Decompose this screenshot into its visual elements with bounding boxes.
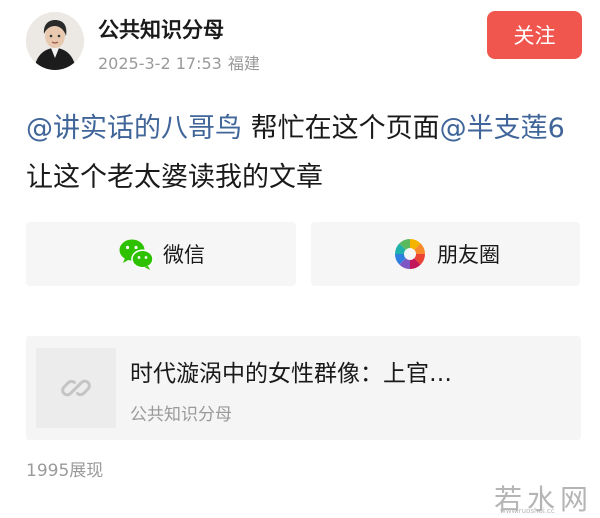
share-wechat-button[interactable]: 微信 [26,222,296,286]
mention-link[interactable]: @讲实话的八哥鸟 [26,113,242,144]
post-text-segment: 帮忙在这个页面 [242,113,440,144]
post-location: 福建 [227,54,260,73]
impressions-count: 1995展现 [26,461,104,481]
wechat-icon [117,235,155,273]
share-moments-button[interactable]: 朋友圈 [311,222,580,286]
post-page: 公共知识分母 2025-3-2 17:53 福建 关注 @讲实话的八哥鸟 帮忙在这… [0,0,600,518]
post-text-segment: 让这个老太婆读我的文章 [26,162,323,193]
author-name[interactable]: 公共知识分母 [98,14,224,44]
follow-button[interactable]: 关注 [487,11,582,59]
share-wechat-label: 微信 [163,243,205,267]
linked-article-card[interactable]: 时代漩涡中的女性群像：上官… 公共知识分母 [26,336,581,440]
link-thumbnail [36,348,116,428]
post-text: @讲实话的八哥鸟 帮忙在这个页面@半支莲6 让这个老太婆读我的文章 [26,104,576,202]
post-meta: 2025-3-2 17:53 福建 [98,50,260,74]
linked-article-title: 时代漩涡中的女性群像：上官… [130,361,452,387]
post-datetime: 2025-3-2 17:53 [98,54,222,73]
mention-link[interactable]: @半支莲6 [440,113,565,144]
moments-icon [391,235,429,273]
linked-article-source: 公共知识分母 [130,405,232,425]
share-moments-label: 朋友圈 [437,243,500,267]
avatar[interactable] [26,12,84,70]
watermark-url: www.ruoshui.cc [500,507,555,515]
avatar-portrait-icon [26,12,84,70]
link-icon [61,379,91,397]
